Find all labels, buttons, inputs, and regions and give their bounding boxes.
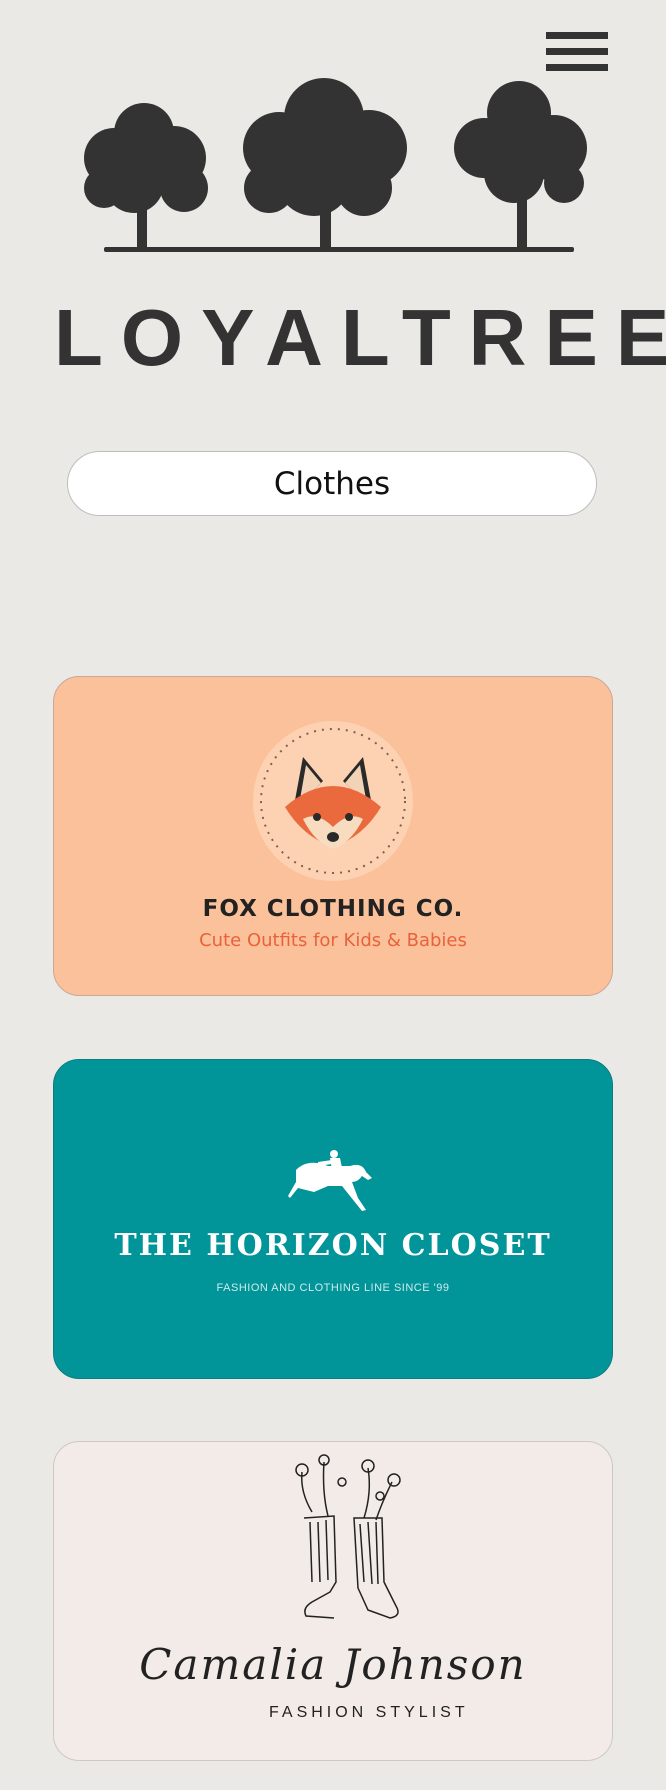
brand-logo-text: LOYALTREE (54, 293, 666, 382)
horizon-closet-card[interactable]: THE HORIZON CLOSET FASHION AND CLOTHING … (53, 1059, 613, 1379)
trees-logo-icon (84, 78, 587, 252)
card-title: Camalia Johnson (139, 1640, 527, 1689)
card-title: THE HORIZON CLOSET (114, 1228, 552, 1263)
card-subtitle: FASHION STYLIST (269, 1704, 469, 1721)
category-selector[interactable]: Clothes (67, 451, 597, 516)
fashion-stylist-card[interactable]: Camalia Johnson FASHION STYLIST (53, 1441, 613, 1761)
hamburger-menu-icon[interactable] (546, 32, 608, 84)
card-subtitle: Cute Outfits for Kids & Babies (199, 930, 467, 951)
flower-boots-icon (295, 1454, 401, 1619)
horse-rider-icon (288, 1150, 372, 1211)
fox-icon (253, 721, 413, 881)
card-title: FOX CLOTHING CO. (202, 896, 464, 922)
fox-clothing-card[interactable]: FOX CLOTHING CO. Cute Outfits for Kids &… (53, 676, 613, 996)
card-subtitle: FASHION AND CLOTHING LINE SINCE '99 (216, 1282, 450, 1294)
